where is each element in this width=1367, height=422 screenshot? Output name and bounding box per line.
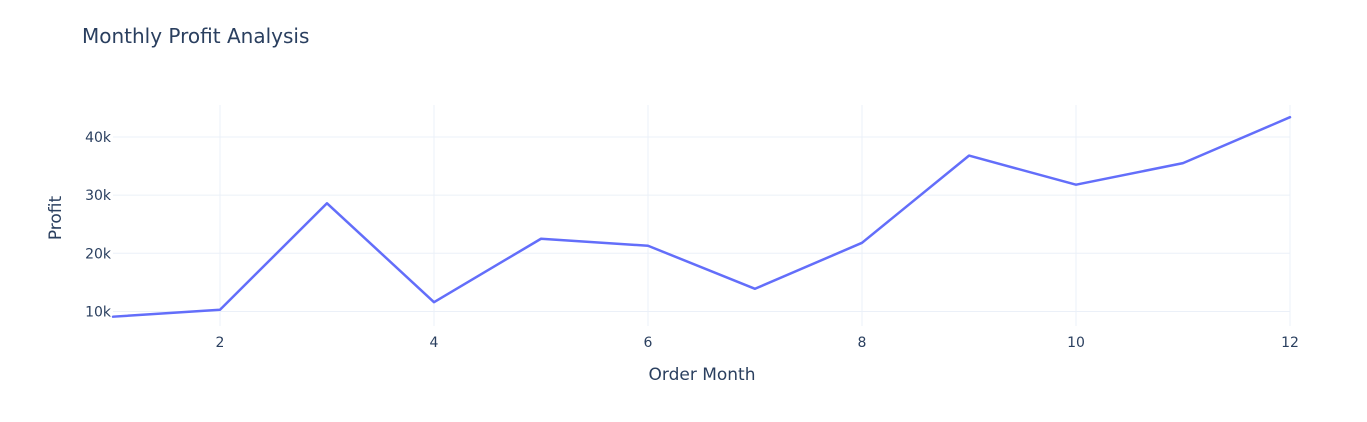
- x-tick-label: 8: [858, 335, 867, 351]
- chart-title: Monthly Profit Analysis: [82, 24, 309, 48]
- x-tick-label: 2: [216, 335, 225, 351]
- x-tick-label: 6: [644, 335, 653, 351]
- series-layer: [111, 115, 1292, 318]
- tick-layer: 2 4 6 8 10 12 10k 20k 30k 40k: [85, 130, 1299, 351]
- x-tick-label: 12: [1281, 335, 1299, 351]
- x-tick-label: 10: [1067, 335, 1085, 351]
- y-tick-label: 40k: [85, 130, 112, 146]
- y-tick-label: 10k: [85, 304, 112, 320]
- y-axis-label: Profit: [46, 195, 66, 240]
- x-tick-label: 4: [430, 335, 439, 351]
- y-tick-label: 30k: [85, 188, 112, 204]
- profit-series-line: [111, 115, 1292, 318]
- line-chart: Monthly Profit Analysis 2 4 6 8 10 12 10k 20k 30…: [46, 24, 1299, 385]
- chart-container: Monthly Profit Analysis 2 4 6 8 10 12 10k 20k 30…: [0, 0, 1367, 422]
- y-tick-label: 20k: [85, 246, 112, 262]
- x-axis-label: Order Month: [649, 365, 756, 385]
- grid-layer: [113, 105, 1291, 326]
